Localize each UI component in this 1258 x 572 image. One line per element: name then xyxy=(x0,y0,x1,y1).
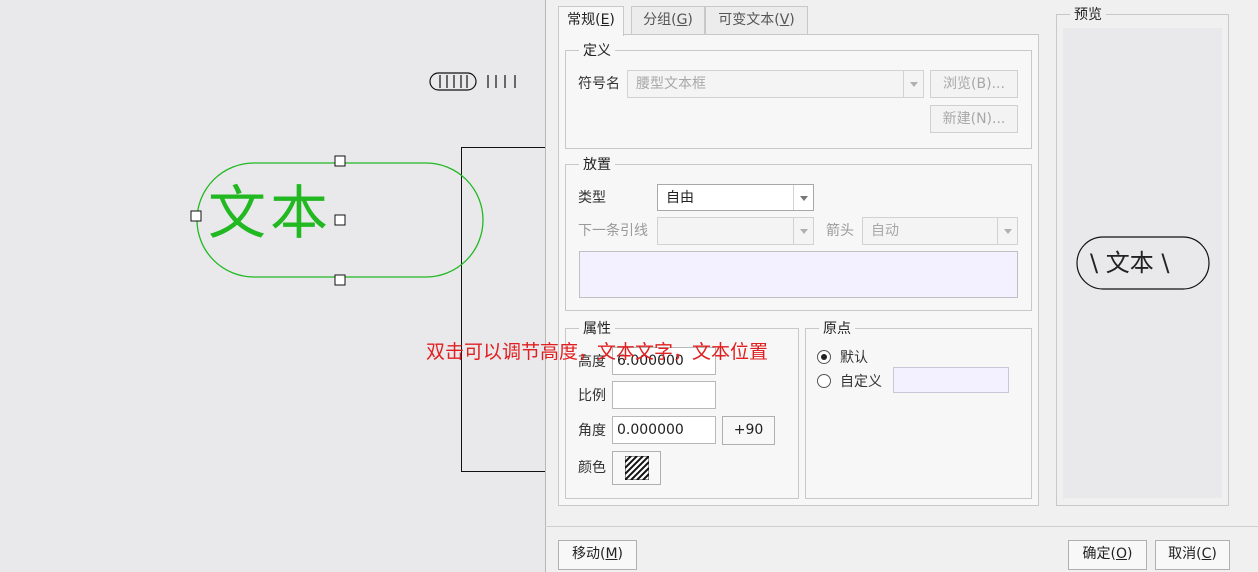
browse-button[interactable]: 浏览(B)... xyxy=(930,70,1018,98)
hatch-pattern-icon xyxy=(623,455,650,481)
symbol-text[interactable]: 文本 xyxy=(208,178,332,248)
arrow-label: 箭头 xyxy=(826,223,854,239)
scale-input[interactable] xyxy=(612,381,716,409)
definition-group xyxy=(565,50,1032,149)
leader-list[interactable] xyxy=(579,251,1018,298)
chevron-down-icon xyxy=(793,218,813,244)
symbol-name-label: 符号名 xyxy=(578,76,620,92)
tab-variable-text[interactable]: 可变文本(V) xyxy=(705,6,808,34)
small-symbol-glyph xyxy=(429,72,516,91)
chevron-down-icon xyxy=(903,71,923,97)
symbol-name-dropdown[interactable]: 腰型文本框 xyxy=(627,70,924,98)
type-dropdown[interactable]: 自由 xyxy=(657,184,814,211)
new-button[interactable]: 新建(N)... xyxy=(930,105,1018,133)
arrow-dropdown[interactable]: 自动 xyxy=(862,217,1018,245)
next-leader-dropdown[interactable] xyxy=(657,217,814,245)
rotate-90-button[interactable]: +90 xyxy=(722,416,775,445)
type-label: 类型 xyxy=(578,190,606,206)
origin-legend: 原点 xyxy=(819,320,855,338)
origin-default-label: 默认 xyxy=(840,350,868,366)
origin-custom-radio[interactable] xyxy=(817,374,831,388)
placement-legend: 放置 xyxy=(579,156,615,174)
chevron-down-icon xyxy=(997,218,1017,244)
properties-legend: 属性 xyxy=(579,320,615,338)
annotation-text: 双击可以调节高度，文本文字，文本位置 xyxy=(426,341,769,363)
origin-default-radio[interactable] xyxy=(817,350,831,364)
preview-legend: 预览 xyxy=(1070,6,1106,24)
definition-legend: 定义 xyxy=(579,42,615,60)
angle-input[interactable]: 0.000000 xyxy=(612,416,716,444)
tab-general[interactable]: 常规(E) xyxy=(558,6,624,36)
move-button[interactable]: 移动(M) xyxy=(558,540,637,570)
footer-divider xyxy=(545,526,1258,527)
angle-label: 角度 xyxy=(578,423,606,439)
tab-group[interactable]: 分组(G) xyxy=(631,6,705,34)
origin-custom-input[interactable] xyxy=(893,367,1009,393)
next-leader-label: 下一条引线 xyxy=(578,223,648,239)
scale-label: 比例 xyxy=(578,388,606,404)
origin-custom-label: 自定义 xyxy=(840,374,882,390)
ok-button[interactable]: 确定(O) xyxy=(1068,540,1147,570)
preview-symbol-text: \ 文本 \ xyxy=(1090,249,1170,277)
color-label: 颜色 xyxy=(578,460,606,476)
cancel-button[interactable]: 取消(C) xyxy=(1155,540,1230,570)
drawing-canvas[interactable]: 文本 双击可以调节高度，文本文字，文本位置 xyxy=(0,0,768,572)
chevron-down-icon xyxy=(793,185,813,210)
color-button[interactable] xyxy=(612,451,661,485)
